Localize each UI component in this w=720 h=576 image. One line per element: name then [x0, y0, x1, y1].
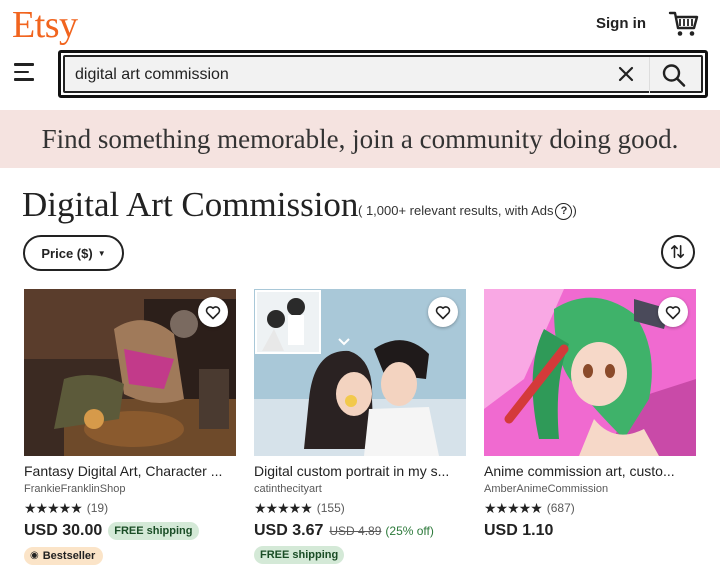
hamburger-menu-icon[interactable] — [14, 63, 36, 81]
shop-name: FrankieFranklinShop — [24, 483, 126, 495]
rating-count: (19) — [86, 501, 109, 515]
rating-count: (687) — [546, 501, 575, 515]
discount-label: (25% off) — [385, 524, 434, 538]
results-info-close: ) — [572, 203, 577, 218]
price-row: USD 3.67 USD 4.89 (25% off) — [254, 522, 466, 540]
price-row: USD 1.10 — [484, 522, 696, 540]
listing-title[interactable]: Anime commission art, custo... — [484, 462, 696, 480]
banner-text: Find something memorable, join a communi… — [41, 123, 679, 154]
listing-rating: ★★★★★ (687) — [484, 500, 696, 516]
bestseller-badge: ◉ Bestseller — [24, 547, 104, 565]
favorite-heart-icon[interactable] — [658, 297, 688, 327]
shop-name: catinthecityart — [254, 483, 322, 495]
listing-price: USD 30.00 — [24, 522, 103, 539]
favorite-heart-icon[interactable] — [198, 297, 228, 327]
listing-price: USD 3.67 — [254, 522, 324, 539]
medal-icon: ◉ — [30, 550, 39, 561]
free-shipping-badge: FREE shipping — [254, 546, 345, 564]
promo-banner: Find something memorable, join a communi… — [0, 110, 720, 168]
price-filter-button[interactable]: Price ($) ▼ — [23, 235, 124, 271]
listing-image[interactable] — [484, 289, 696, 456]
sort-arrows-icon[interactable] — [661, 235, 695, 269]
listing-price: USD 1.10 — [484, 522, 554, 539]
listing-card[interactable]: Digital custom portrait in my s... catin… — [254, 289, 466, 564]
favorite-heart-icon[interactable] — [428, 297, 458, 327]
listing-rating: ★★★★★ (155) — [254, 500, 466, 516]
listing-rating: ★★★★★ (19) — [24, 500, 236, 516]
help-icon[interactable]: ? — [555, 202, 573, 220]
listing-card[interactable]: Fantasy Digital Art, Character ... Frank… — [24, 289, 236, 565]
cart-icon[interactable] — [668, 10, 700, 38]
star-rating-icon: ★★★★★ — [254, 500, 313, 516]
original-price: USD 4.89 — [329, 524, 382, 538]
close-icon[interactable] — [615, 63, 637, 85]
page-title: Digital Art Commission — [22, 185, 359, 224]
listing-title[interactable]: Digital custom portrait in my s... — [254, 462, 466, 480]
sign-in-link[interactable]: Sign in — [596, 14, 646, 34]
price-row: USD 30.00 FREE shipping — [24, 522, 236, 540]
listing-card[interactable]: Anime commission art, custo... AmberAnim… — [484, 289, 696, 540]
chevron-down-icon: ▼ — [97, 248, 106, 258]
shop-name: AmberAnimeCommission — [484, 483, 609, 495]
star-rating-icon: ★★★★★ — [24, 500, 83, 516]
star-rating-icon: ★★★★★ — [484, 500, 543, 516]
rating-count: (155) — [316, 501, 345, 515]
bestseller-label: Bestseller — [42, 550, 96, 562]
free-shipping-badge: FREE shipping — [108, 522, 199, 540]
listing-image[interactable] — [254, 289, 466, 456]
results-count: ( 1,000+ relevant results, with Ads — [358, 203, 554, 218]
search-bar — [58, 50, 708, 98]
site-header: Etsy Sign in — [0, 0, 720, 110]
listing-image[interactable] — [24, 289, 236, 456]
price-filter-label: Price ($) — [41, 245, 93, 261]
etsy-logo[interactable]: Etsy — [12, 2, 78, 48]
search-divider — [649, 57, 650, 93]
search-icon[interactable] — [659, 61, 689, 89]
listing-title[interactable]: Fantasy Digital Art, Character ... — [24, 462, 236, 480]
search-input[interactable] — [75, 65, 595, 85]
results-info: ( 1,000+ relevant results, with Ads ? ) — [358, 202, 577, 220]
